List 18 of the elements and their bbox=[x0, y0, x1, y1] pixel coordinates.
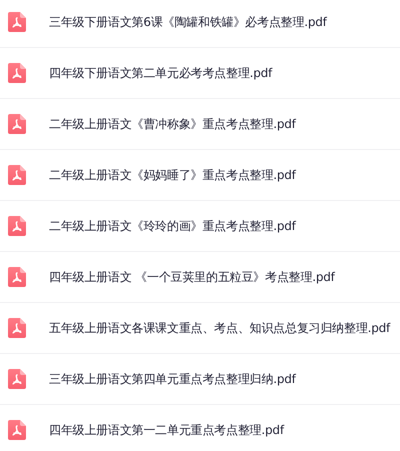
file-name[interactable]: 三年级上册语文第四单元重点考点整理归纳.pdf bbox=[49, 370, 296, 388]
pdf-file-icon bbox=[8, 267, 26, 287]
file-name[interactable]: 二年级上册语文《玲玲的画》重点考点整理.pdf bbox=[49, 218, 296, 234]
file-name[interactable]: 四年级上册语文 《一个豆荚里的五粒豆》考点整理.pdf bbox=[49, 268, 335, 286]
pdf-file-icon bbox=[8, 369, 26, 389]
pdf-file-icon bbox=[8, 165, 26, 185]
pdf-file-icon bbox=[8, 216, 26, 236]
pdf-file-icon bbox=[8, 420, 26, 440]
file-name[interactable]: 四年级下册语文第二单元必考考点整理.pdf bbox=[49, 64, 272, 82]
file-name[interactable]: 二年级上册语文《曹冲称象》重点考点整理.pdf bbox=[49, 116, 296, 132]
file-name[interactable]: 三年级下册语文第6课《陶罐和铁罐》必考点整理.pdf bbox=[49, 14, 327, 30]
pdf-file-icon bbox=[8, 114, 26, 134]
file-name[interactable]: 五年级上册语文各课课文重点、考点、知识点总复习归纳整理.pdf bbox=[49, 320, 390, 336]
file-name[interactable]: 二年级上册语文《妈妈睡了》重点考点整理.pdf bbox=[49, 166, 296, 184]
pdf-file-icon bbox=[8, 318, 26, 338]
pdf-file-icon bbox=[8, 12, 26, 32]
pdf-file-icon bbox=[8, 63, 26, 83]
file-name[interactable]: 四年级上册语文第一二单元重点考点整理.pdf bbox=[49, 422, 284, 438]
